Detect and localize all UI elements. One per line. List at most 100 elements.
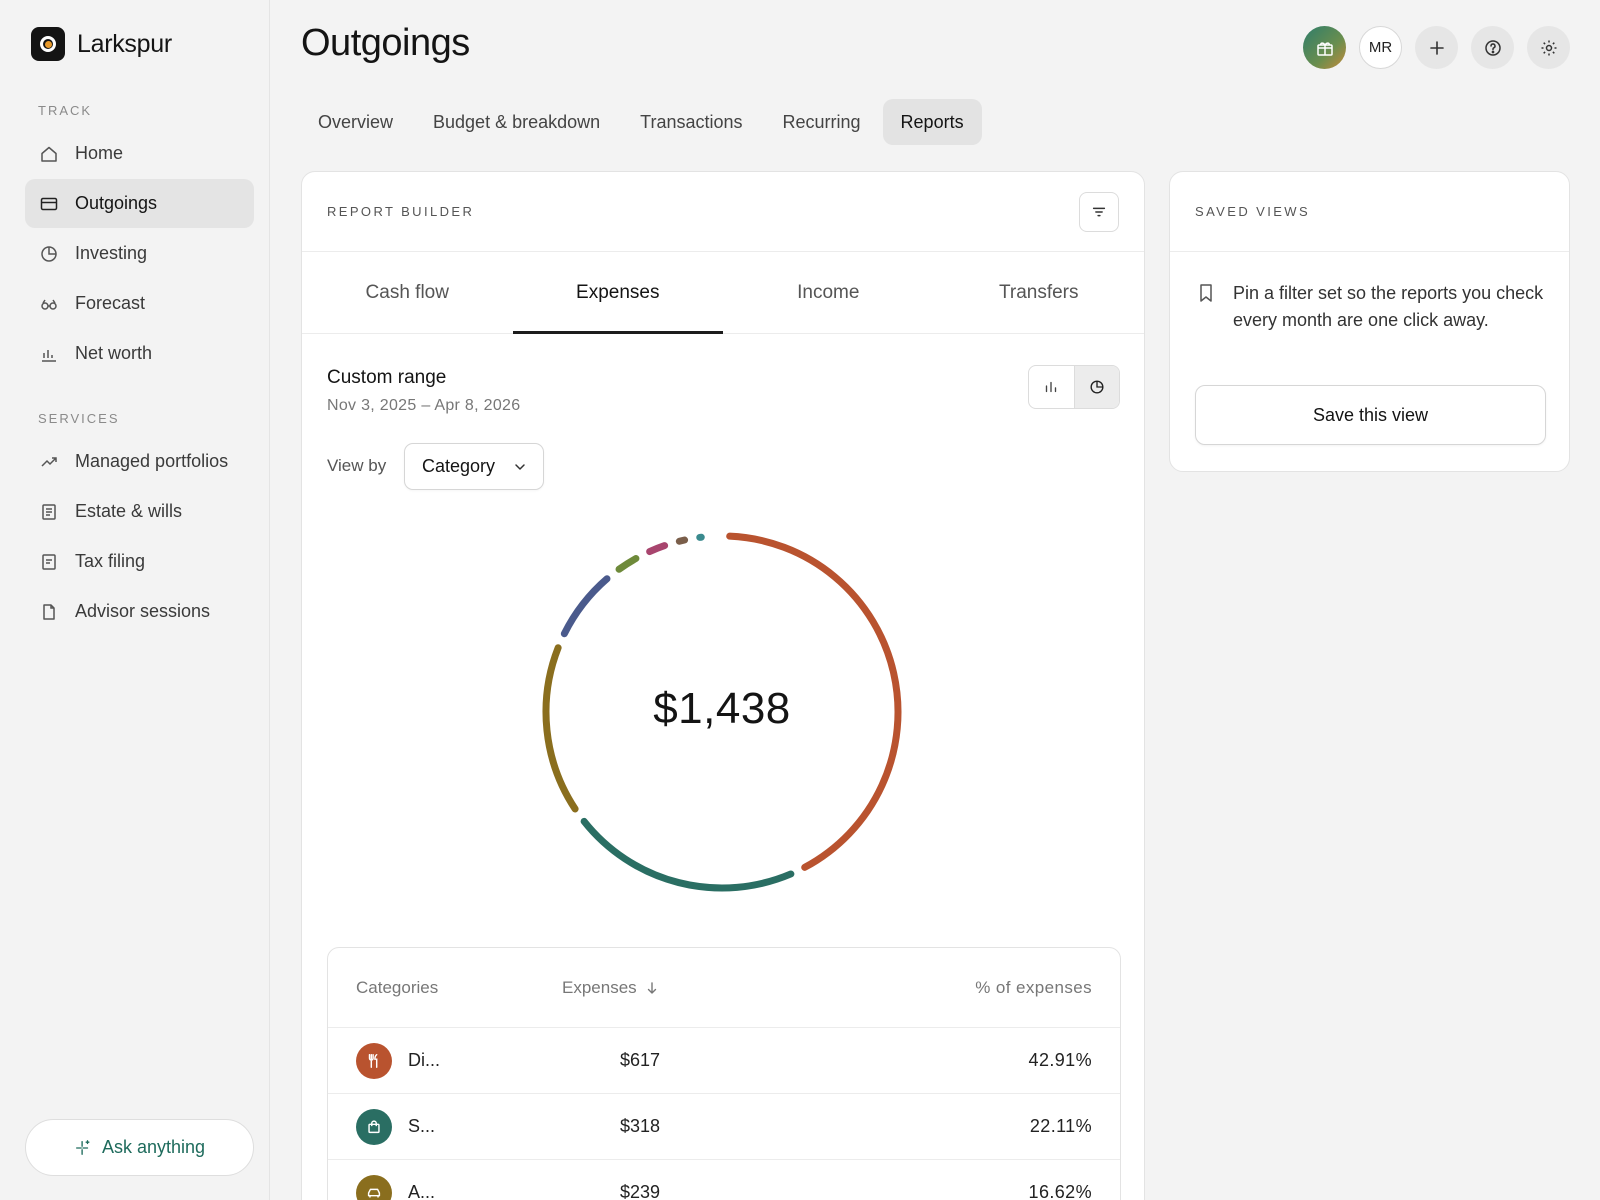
report-builder-header: REPORT BUILDER [302,172,1144,252]
tab-cash-flow[interactable]: Cash flow [302,252,513,333]
tab-income[interactable]: Income [723,252,934,333]
sidebar-item-outgoings[interactable]: Outgoings [25,179,254,228]
avatar[interactable]: MR [1359,26,1402,69]
services-section-label: SERVICES [38,411,120,426]
expenses-header-label: Expenses [562,977,637,997]
home-icon [39,144,59,164]
trend-icon [39,452,59,472]
report-type-tabs: Cash flow Expenses Income Transfers [302,252,1144,334]
donut-slice[interactable] [615,554,640,573]
sidebar-item-label: Forecast [75,293,146,313]
donut-slice[interactable] [560,575,611,638]
file-icon [39,602,59,622]
expense-percent: 42.91% [1028,1050,1092,1070]
tab-expenses[interactable]: Expenses [512,252,724,334]
category-name: Di... [408,1050,441,1070]
category-name: A... [408,1182,436,1200]
tab-reports[interactable]: Reports [882,99,982,145]
table-header: Categories Expenses % of expenses [328,948,1120,1028]
document-icon [39,502,59,522]
binoculars-icon [39,294,59,314]
bookmark-icon [1200,284,1212,302]
donut-chart-toggle[interactable] [1073,366,1119,408]
sidebar-item-label: Outgoings [75,193,158,213]
plus-icon [1427,38,1447,58]
donut-slice[interactable] [675,536,689,545]
car-icon [356,1174,392,1200]
view-by-label: View by [327,456,387,475]
track-section-label: TRACK [38,103,93,118]
tab-recurring[interactable]: Recurring [765,99,879,145]
category-name: S... [408,1116,436,1136]
percent-header[interactable]: % of expenses [822,978,1092,998]
saved-views-card: SAVED VIEWS Pin a filter set so the repo… [1169,171,1570,472]
sidebar-item-label: Investing [75,243,148,263]
pie-icon [39,244,59,264]
help-button[interactable] [1471,26,1514,69]
card-icon [39,194,59,214]
view-by-select[interactable]: Category [404,443,544,490]
sidebar-item-label: Advisor sessions [75,601,211,621]
sidebar-item-label: Home [75,143,124,163]
ask-anything-button[interactable]: Ask anything [25,1119,254,1176]
chart-type-toggle [1028,365,1120,409]
filter-button[interactable] [1079,191,1119,232]
donut-slice[interactable] [580,817,795,892]
save-view-button[interactable]: Save this view [1195,385,1546,445]
sidebar-item-advisor-sessions[interactable]: Advisor sessions [25,587,254,636]
saved-views-title: SAVED VIEWS [1195,204,1311,219]
categories-header[interactable]: Categories [356,978,562,998]
shopping-bag-icon [356,1108,392,1145]
sidebar-item-net-worth[interactable]: Net worth [25,329,254,378]
bar-chart-icon [1046,381,1057,393]
expenses-header[interactable]: Expenses [562,978,822,998]
tab-transfers[interactable]: Transfers [934,252,1145,333]
expense-percent: 22.11% [1029,1116,1092,1136]
tab-budget-breakdown[interactable]: Budget & breakdown [415,99,618,145]
page-tabs: Overview Budget & breakdown Transactions… [300,99,982,145]
sidebar-item-label: Tax filing [75,551,146,571]
gear-icon [1539,38,1559,58]
sidebar-item-managed-portfolios[interactable]: Managed portfolios [25,437,254,486]
filter-icon [1090,203,1108,221]
utensils-icon [356,1042,392,1079]
tab-overview[interactable]: Overview [300,99,411,145]
gift-icon [1315,38,1335,58]
sidebar-item-home[interactable]: Home [25,129,254,178]
receipt-icon [39,552,59,572]
sidebar-item-estate-wills[interactable]: Estate & wills [25,487,254,536]
sparkle-icon [74,1139,92,1157]
sidebar-item-label: Estate & wills [75,501,183,521]
bar-chart-icon [39,344,59,364]
brand-name: Larkspur [77,29,172,58]
bar-chart-toggle[interactable] [1029,366,1074,408]
chevron-down-icon [513,460,527,474]
sidebar-item-label: Net worth [75,343,153,363]
help-icon [1483,38,1503,58]
top-actions: MR [1303,26,1570,69]
expense-amount: $318 [620,1116,661,1136]
saved-views-header: SAVED VIEWS [1170,172,1569,252]
sidebar-item-investing[interactable]: Investing [25,229,254,278]
donut-slice[interactable] [646,542,669,556]
page-title: Outgoings [301,22,470,64]
saved-views-description: Pin a filter set so the reports you chec… [1233,283,1544,330]
table-row[interactable]: Di... $617 42.91% [328,1028,1120,1094]
table-row[interactable]: S... $318 22.11% [328,1094,1120,1160]
add-button[interactable] [1415,26,1458,69]
report-builder-title: REPORT BUILDER [327,204,475,219]
brand[interactable]: Larkspur [31,27,172,61]
donut-total: $1,438 [653,684,791,733]
settings-button[interactable] [1527,26,1570,69]
range-title: Custom range [327,367,447,388]
sidebar-item-tax-filing[interactable]: Tax filing [25,537,254,586]
tab-transactions[interactable]: Transactions [622,99,760,145]
expense-percent: 16.62% [1028,1182,1092,1200]
sidebar-item-forecast[interactable]: Forecast [25,279,254,328]
gift-button[interactable] [1303,26,1346,69]
view-by-value: Category [422,456,496,476]
table-row[interactable]: A... $239 16.62% [328,1160,1120,1200]
ask-anything-label: Ask anything [101,1137,206,1157]
saved-views-body: Pin a filter set so the reports you chec… [1195,280,1547,334]
sidebar: Larkspur TRACK Home Outgoings Investing … [0,0,270,1200]
